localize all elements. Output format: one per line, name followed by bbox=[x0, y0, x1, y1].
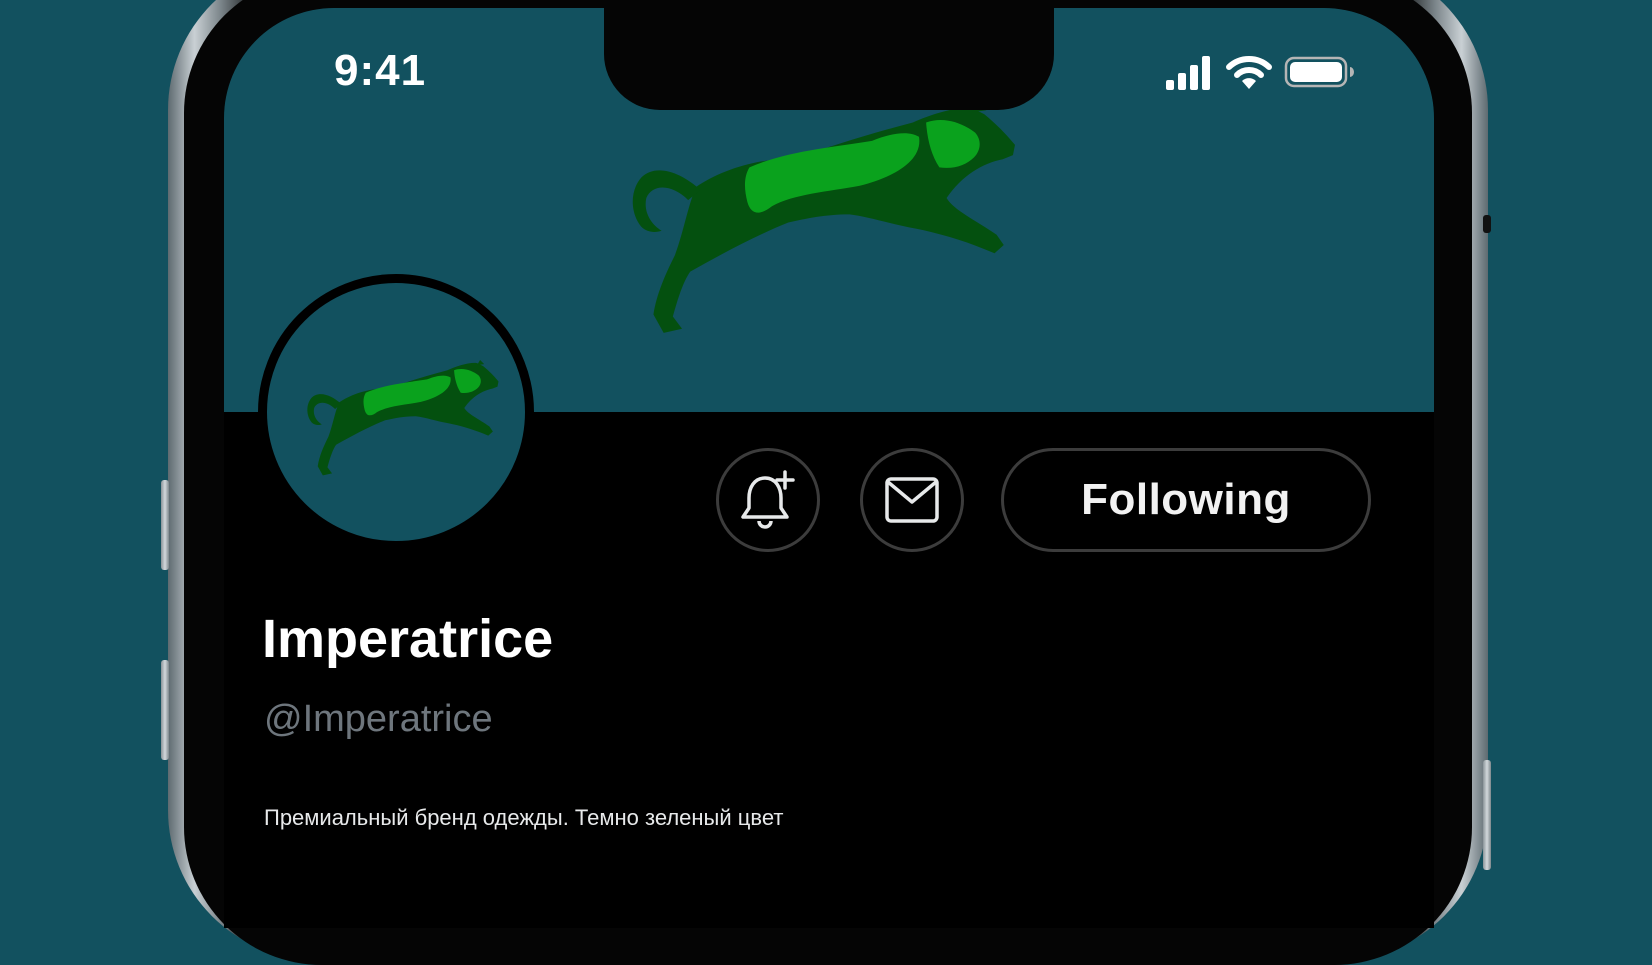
bell-plus-icon bbox=[741, 470, 795, 529]
battery-icon bbox=[1284, 54, 1356, 95]
phone-side-button-right bbox=[1483, 215, 1491, 233]
status-time: 9:41 bbox=[334, 46, 427, 95]
panther-avatar-icon bbox=[307, 360, 499, 476]
phone-side-button-left bbox=[161, 480, 169, 570]
message-button[interactable] bbox=[860, 448, 964, 552]
notify-button[interactable] bbox=[716, 448, 820, 552]
profile-handle: @Imperatrice bbox=[264, 698, 493, 740]
profile-bio: Премиальный бренд одежды. Темно зеленый … bbox=[264, 805, 784, 830]
cellular-signal-icon bbox=[1164, 54, 1212, 95]
display-name: Imperatrice bbox=[262, 609, 554, 669]
wifi-icon bbox=[1226, 54, 1272, 95]
envelope-icon bbox=[885, 477, 939, 523]
following-button[interactable]: Following bbox=[1001, 448, 1371, 552]
phone-notch bbox=[604, 8, 1054, 110]
phone-screen: 9:41 Following Imperatrice @Imperatrice … bbox=[224, 8, 1434, 928]
phone-side-button-right-lower bbox=[1483, 760, 1491, 870]
avatar[interactable] bbox=[258, 274, 534, 550]
phone-side-button-left-lower bbox=[161, 660, 169, 760]
panther-logo-icon bbox=[632, 102, 1015, 333]
